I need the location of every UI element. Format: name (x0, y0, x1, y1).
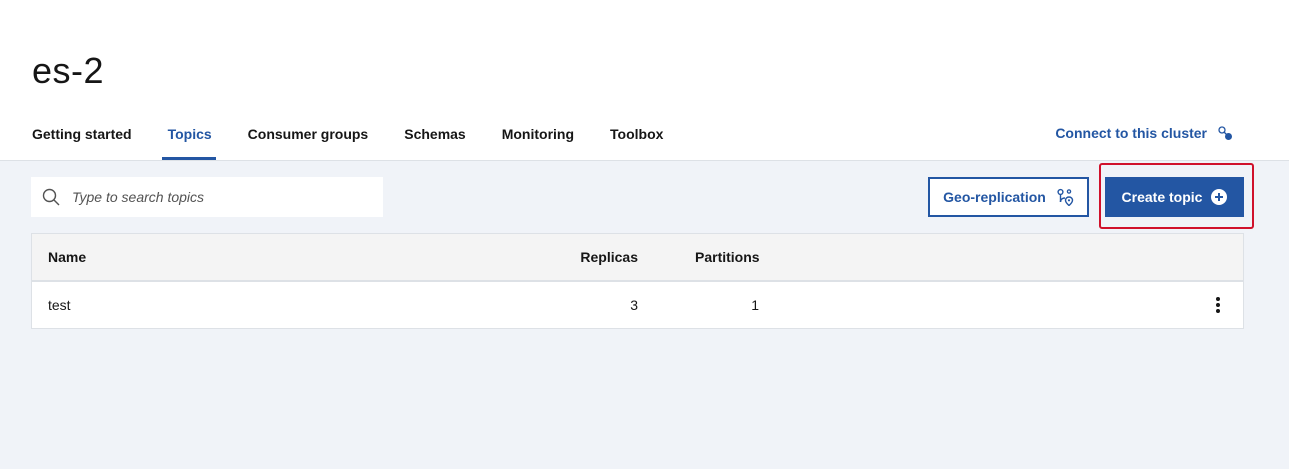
connect-to-cluster-label: Connect to this cluster (1055, 125, 1207, 141)
tab-monitoring[interactable]: Monitoring (502, 112, 574, 160)
overflow-menu-icon[interactable] (1213, 295, 1223, 315)
tab-toolbox[interactable]: Toolbox (610, 112, 663, 160)
tab-topics[interactable]: Topics (161, 112, 216, 160)
create-topic-button[interactable]: Create topic (1105, 177, 1244, 217)
topic-name-cell[interactable]: test (48, 282, 71, 328)
tab-bar: Getting started Topics Consumer groups S… (32, 112, 699, 160)
column-header-replicas[interactable]: Replicas (580, 234, 638, 280)
table-header: Name Replicas Partitions (32, 234, 1243, 282)
topic-partitions-cell: 1 (751, 297, 759, 313)
page-title: es-2 (32, 50, 105, 91)
topics-content: Geo-replication Create topic Name Replic… (0, 161, 1289, 469)
table-row[interactable]: test 3 1 (32, 282, 1243, 328)
search-input[interactable] (72, 189, 352, 205)
geo-replication-icon (1057, 188, 1074, 206)
add-circle-icon (1211, 189, 1228, 205)
connection-icon (1218, 126, 1232, 140)
tab-getting-started[interactable]: Getting started (32, 112, 132, 160)
connect-to-cluster-link[interactable]: Connect to this cluster (1055, 125, 1233, 141)
topic-replicas-cell: 3 (630, 297, 638, 313)
column-header-name[interactable]: Name (48, 234, 86, 280)
column-header-partitions[interactable]: Partitions (695, 234, 760, 280)
geo-replication-button[interactable]: Geo-replication (928, 177, 1089, 217)
tab-schemas[interactable]: Schemas (404, 112, 465, 160)
topics-table: Name Replicas Partitions test 3 1 (31, 233, 1244, 329)
tab-consumer-groups[interactable]: Consumer groups (248, 112, 369, 160)
page-header: es-2 Getting started Topics Consumer gro… (0, 0, 1289, 161)
geo-replication-label: Geo-replication (943, 189, 1046, 205)
create-topic-label: Create topic (1121, 189, 1203, 205)
search-icon (42, 188, 60, 206)
search-box[interactable] (31, 177, 383, 217)
